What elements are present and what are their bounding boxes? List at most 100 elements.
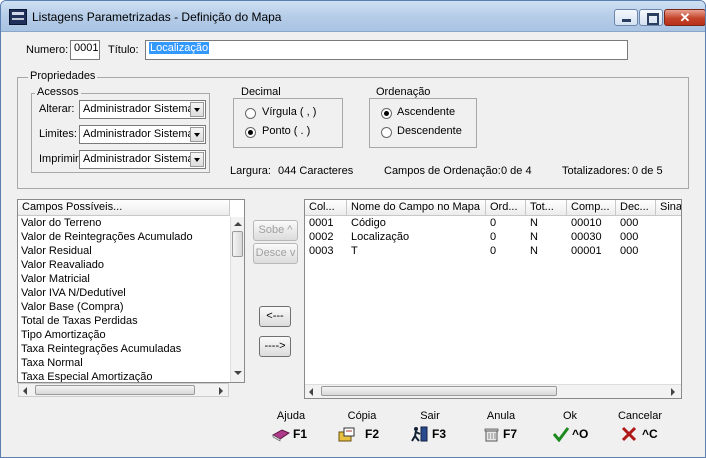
descendente-radio[interactable] <box>381 127 392 138</box>
campos-possiveis-list[interactable]: Campos Possíveis... Valor do Terreno Valo… <box>17 199 245 383</box>
scroll-left-icon[interactable] <box>309 388 313 396</box>
close-icon: ✕ <box>679 10 691 25</box>
copia-key: F2 <box>365 427 380 441</box>
ajuda-button[interactable]: Ajuda F1 <box>261 410 321 450</box>
list-item[interactable]: Total de Taxas Perdidas <box>21 315 138 327</box>
book-icon <box>272 429 290 442</box>
table-cell: 0 <box>490 245 497 257</box>
alterar-select[interactable]: Administrador Sistema <box>79 100 206 119</box>
app-icon <box>9 9 27 25</box>
list-item[interactable]: Taxa Normal <box>21 357 83 369</box>
scroll-thumb[interactable] <box>232 231 243 257</box>
table-row[interactable]: 0001 Código 0 N 00010 000 <box>305 217 681 231</box>
copia-button[interactable]: Cópia F2 <box>332 410 392 450</box>
limites-label: Limites: <box>39 128 77 140</box>
table-cell: 0001 <box>309 217 334 229</box>
column-header[interactable]: Sina <box>656 200 681 216</box>
ok-title: Ok <box>562 410 578 422</box>
column-header[interactable]: Tot... <box>526 200 567 216</box>
sair-button[interactable]: Sair F3 <box>400 410 460 450</box>
numero-field[interactable]: 0001 <box>70 40 100 60</box>
imprimir-label: Imprimir: <box>39 153 82 165</box>
list-item[interactable]: Valor do Terreno <box>21 217 101 229</box>
imprimir-value: Administrador Sistema <box>83 153 194 165</box>
list-item[interactable]: Valor Reavaliado <box>21 259 104 271</box>
column-header[interactable]: Dec... <box>616 200 656 216</box>
campos-horizontal-scrollbar[interactable] <box>18 383 229 397</box>
anula-button[interactable]: Anula F7 <box>471 410 531 450</box>
scroll-right-icon[interactable] <box>219 387 223 395</box>
table-row[interactable]: 0003 T 0 N 00001 000 <box>305 245 681 259</box>
virgula-radio[interactable] <box>245 108 256 119</box>
titulo-field[interactable]: Localização <box>145 40 628 60</box>
chevron-down-icon[interactable] <box>190 102 204 117</box>
scroll-right-icon[interactable] <box>671 388 675 396</box>
table-cell: Código <box>351 217 386 229</box>
titulo-value: Localização <box>149 42 210 54</box>
list-item[interactable]: Taxa Reintegrações Acumuladas <box>21 343 181 355</box>
table-cell: 00030 <box>571 231 602 243</box>
list-item[interactable]: Tipo Amortização <box>21 329 106 341</box>
exit-icon <box>411 426 428 442</box>
copy-icon <box>338 427 355 442</box>
list-item[interactable]: Valor Matricial <box>21 273 90 285</box>
scroll-thumb[interactable] <box>321 386 557 396</box>
scroll-down-icon[interactable] <box>234 371 242 375</box>
scroll-up-icon[interactable] <box>234 222 242 226</box>
ascendente-radio[interactable] <box>381 108 392 119</box>
list-item[interactable]: Valor Base (Compra) <box>21 301 124 313</box>
list-item[interactable]: Taxa Especial Amortização <box>21 371 152 382</box>
ponto-label[interactable]: Ponto ( . ) <box>262 125 310 137</box>
list-item[interactable]: Valor Residual <box>21 245 92 257</box>
move-left-button[interactable]: <--- <box>259 306 291 327</box>
imprimir-select[interactable]: Administrador Sistema <box>79 150 206 169</box>
table-cell: 00001 <box>571 245 602 257</box>
sair-title: Sair <box>420 410 440 422</box>
virgula-label[interactable]: Vírgula ( , ) <box>262 106 316 118</box>
alterar-label: Alterar: <box>39 103 75 115</box>
scroll-thumb[interactable] <box>35 385 195 395</box>
campos-ordenacao-value: 0 de 4 <box>501 165 532 177</box>
trash-icon <box>484 428 499 442</box>
limites-select[interactable]: Administrador Sistema <box>79 125 206 144</box>
scroll-left-icon[interactable] <box>23 387 27 395</box>
table-cell: N <box>530 231 538 243</box>
table-cell: 00010 <box>571 217 602 229</box>
maximize-icon <box>647 13 659 25</box>
descendente-label[interactable]: Descendente <box>397 125 462 137</box>
close-button[interactable]: ✕ <box>664 9 705 26</box>
table-row[interactable]: 0002 Localização 0 N 00030 000 <box>305 231 681 245</box>
map-fields-table[interactable]: Col... Nome do Campo no Mapa Ord... Tot... C… <box>304 199 682 399</box>
table-horizontal-scrollbar[interactable] <box>305 384 681 398</box>
campos-vertical-scrollbar[interactable] <box>230 217 244 382</box>
cancelar-button[interactable]: Cancelar ^C <box>610 410 670 450</box>
ok-button[interactable]: Ok ^O <box>540 410 600 450</box>
sair-key: F3 <box>432 427 447 441</box>
sobe-button[interactable]: Sobe ^ <box>253 220 298 241</box>
column-header[interactable]: Comp... <box>567 200 616 216</box>
campos-possiveis-header[interactable]: Campos Possíveis... <box>18 200 230 216</box>
ajuda-title: Ajuda <box>276 410 306 422</box>
chevron-down-icon[interactable] <box>190 127 204 142</box>
ponto-radio[interactable] <box>245 127 256 138</box>
table-cell: N <box>530 245 538 257</box>
desce-button[interactable]: Desce v <box>253 243 298 264</box>
title-bar: Listagens Parametrizadas - Definição do … <box>1 1 705 32</box>
minimize-button[interactable] <box>614 9 638 26</box>
chevron-down-icon[interactable] <box>190 152 204 167</box>
column-header[interactable]: Ord... <box>486 200 526 216</box>
column-header[interactable]: Col... <box>305 200 347 216</box>
ascendente-label[interactable]: Ascendente <box>397 106 455 118</box>
table-cell: 0 <box>490 217 497 229</box>
list-item[interactable]: Valor IVA N/Dedutível <box>21 287 126 299</box>
largura-value: 044 Caracteres <box>278 165 354 177</box>
maximize-button[interactable] <box>639 9 663 26</box>
minimize-icon <box>622 19 631 22</box>
move-right-button[interactable]: ----> <box>259 336 291 357</box>
ajuda-key: F1 <box>293 427 308 441</box>
anula-key: F7 <box>503 427 518 441</box>
list-item[interactable]: Valor de Reintegrações Acumulado <box>21 231 193 243</box>
alterar-value: Administrador Sistema <box>83 103 194 115</box>
largura-label: Largura: <box>230 165 271 177</box>
column-header[interactable]: Nome do Campo no Mapa <box>347 200 486 216</box>
